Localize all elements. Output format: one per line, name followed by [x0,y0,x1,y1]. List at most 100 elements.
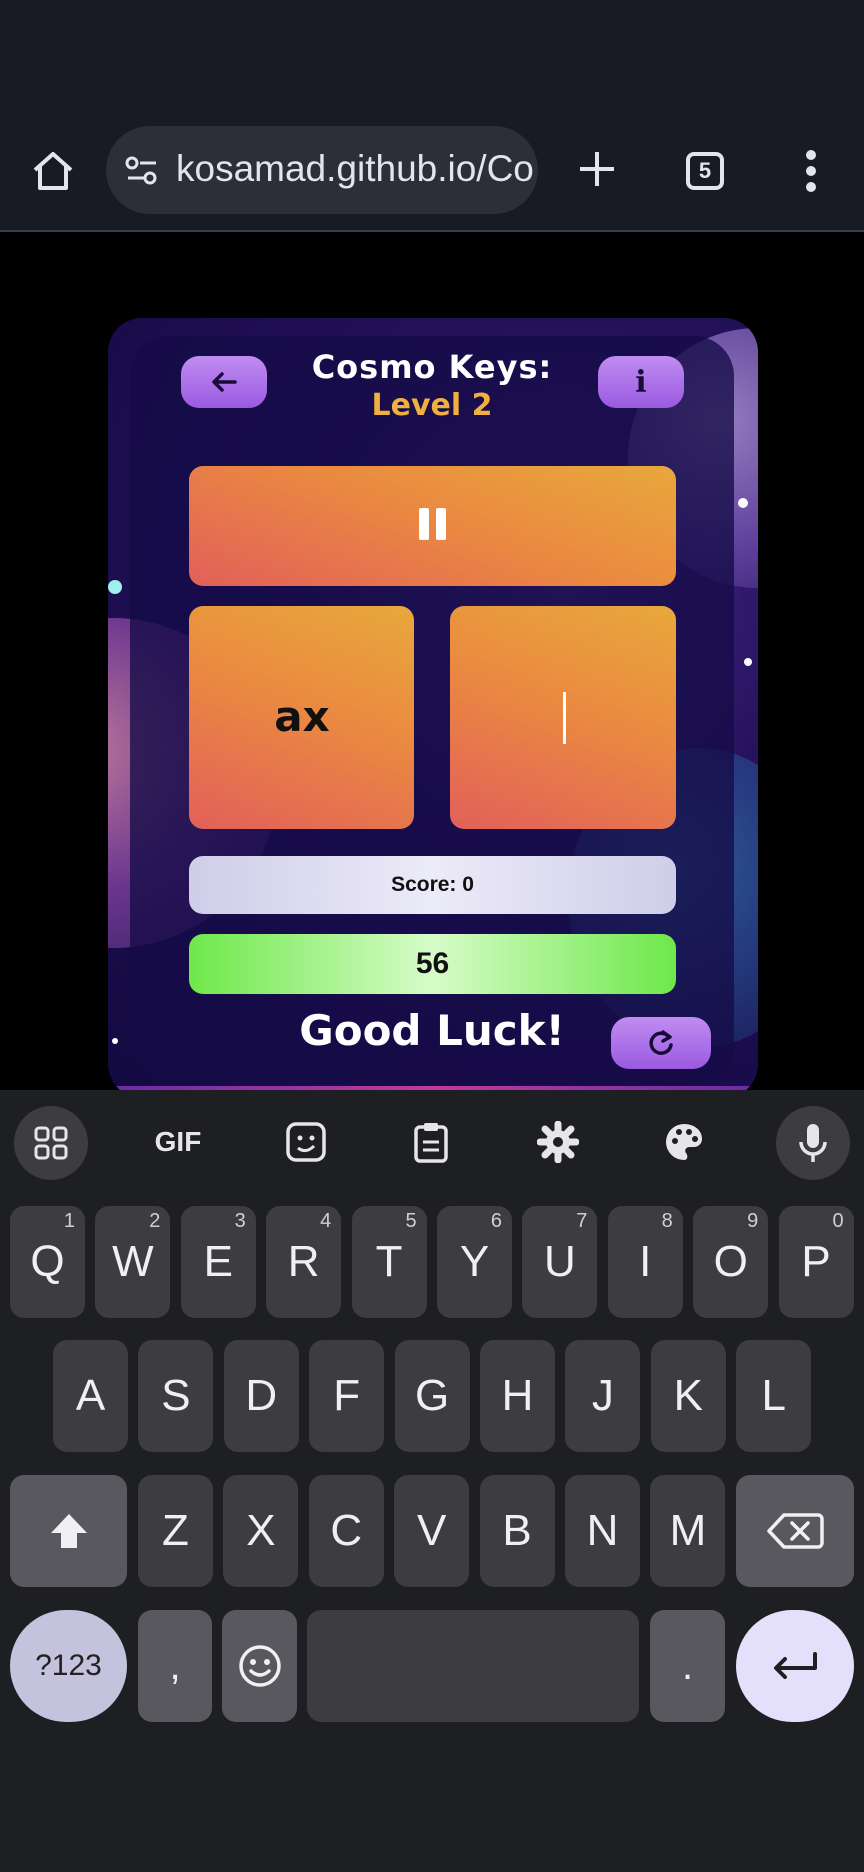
period-key[interactable]: . [650,1610,725,1722]
score-display: Score: 0 [189,856,676,914]
key-g[interactable]: G [394,1340,470,1452]
key-label: E [203,1237,233,1286]
on-screen-keyboard: GIF ?123 , . Q1W2E3R4T5Y6U7I8O9P0ASDFGHJ… [0,1090,864,1872]
key-c[interactable]: C [308,1475,384,1587]
key-label: F [333,1371,361,1420]
key-label: H [501,1371,534,1420]
key-m[interactable]: M [650,1475,726,1587]
key-s[interactable]: S [138,1340,214,1452]
key-label: Q [30,1237,65,1286]
key-z[interactable]: Z [138,1475,213,1587]
emoji-key[interactable] [222,1610,297,1722]
tab-switcher-button[interactable]: 5 [686,152,724,190]
key-label: K [673,1371,703,1420]
comma-key[interactable]: , [138,1610,212,1722]
backspace-key[interactable] [736,1475,854,1587]
key-label: P [801,1237,831,1286]
key-d[interactable]: D [223,1340,299,1452]
new-tab-icon[interactable] [576,148,618,190]
key-label: W [112,1237,154,1286]
key-label: Y [459,1237,490,1286]
key-r[interactable]: R4 [266,1206,342,1318]
key-label: T [375,1237,403,1286]
key-label: I [639,1237,652,1286]
address-bar[interactable]: kosamad.github.io/Co [106,126,538,214]
key-label: A [75,1371,106,1420]
status-message: Good Luck! [299,1006,565,1055]
key-label: J [591,1371,614,1420]
key-v[interactable]: V [394,1475,470,1587]
key-u[interactable]: U7 [522,1206,598,1318]
level-label: Level 2 [371,388,493,423]
key-number-hint: 9 [747,1210,759,1232]
key-h[interactable]: H [480,1340,555,1452]
key-label: D [245,1371,278,1420]
info-icon: i [635,364,647,400]
key-label: M [669,1506,707,1555]
key-a[interactable]: A [53,1340,128,1452]
shift-icon [50,1514,87,1548]
sticker-icon[interactable] [276,1112,336,1172]
key-number-hint: 7 [576,1210,588,1232]
key-label: X [246,1506,276,1555]
game-title: Cosmo Keys: [311,348,553,386]
shift-key[interactable] [10,1475,127,1587]
mic-icon[interactable] [776,1106,850,1180]
target-word: ax [274,692,330,741]
settings-icon[interactable] [528,1112,588,1172]
info-button[interactable]: i [598,356,684,408]
key-label: C [330,1506,363,1555]
key-label: L [761,1371,786,1420]
key-i[interactable]: I8 [607,1206,683,1318]
key-number-hint: 8 [661,1210,673,1232]
browser-toolbar: kosamad.github.io/Co 5 [0,110,864,232]
key-number-hint: 5 [405,1210,417,1232]
key-q[interactable]: Q1 [10,1206,85,1318]
backspace-icon [767,1513,824,1549]
key-number-hint: 0 [832,1210,844,1232]
star-decoration [108,580,122,594]
pause-icon [419,508,429,540]
key-label: V [417,1506,447,1555]
url-text: kosamad.github.io/Co [176,148,534,189]
symbols-key[interactable]: ?123 [10,1610,127,1722]
text-caret [563,692,566,744]
key-label: Z [162,1506,189,1555]
key-t[interactable]: T5 [351,1206,427,1318]
emoji-icon [238,1645,281,1687]
key-b[interactable]: B [479,1475,555,1587]
key-o[interactable]: O9 [693,1206,769,1318]
key-number-hint: 3 [234,1210,246,1232]
gif-button[interactable]: GIF [146,1112,210,1172]
home-icon[interactable] [30,148,76,194]
clipboard-icon[interactable] [401,1112,461,1172]
key-label: S [161,1371,191,1420]
key-w[interactable]: W2 [95,1206,171,1318]
key-p[interactable]: P0 [778,1206,854,1318]
key-j[interactable]: J [565,1340,641,1452]
enter-key[interactable] [736,1610,854,1722]
site-settings-icon[interactable] [124,154,160,188]
more-menu-icon[interactable] [804,148,818,194]
enter-icon [774,1652,817,1679]
space-key[interactable] [307,1610,639,1722]
pause-icon [436,508,446,540]
key-x[interactable]: X [223,1475,299,1587]
restart-button[interactable] [611,1017,711,1069]
key-e[interactable]: E3 [180,1206,256,1318]
key-number-hint: 6 [490,1210,502,1232]
key-label: N [586,1506,619,1555]
key-number-hint: 1 [63,1210,75,1232]
key-k[interactable]: K [650,1340,726,1452]
key-l[interactable]: L [736,1340,812,1452]
star-decoration [744,658,752,666]
key-n[interactable]: N [565,1475,640,1587]
apps-icon[interactable] [14,1106,88,1180]
status-bar [0,0,864,110]
star-decoration [738,498,748,508]
key-f[interactable]: F [309,1340,385,1452]
key-y[interactable]: Y6 [437,1206,512,1318]
key-label: B [502,1506,532,1555]
palette-icon[interactable] [654,1112,714,1172]
pause-button[interactable] [189,466,676,586]
